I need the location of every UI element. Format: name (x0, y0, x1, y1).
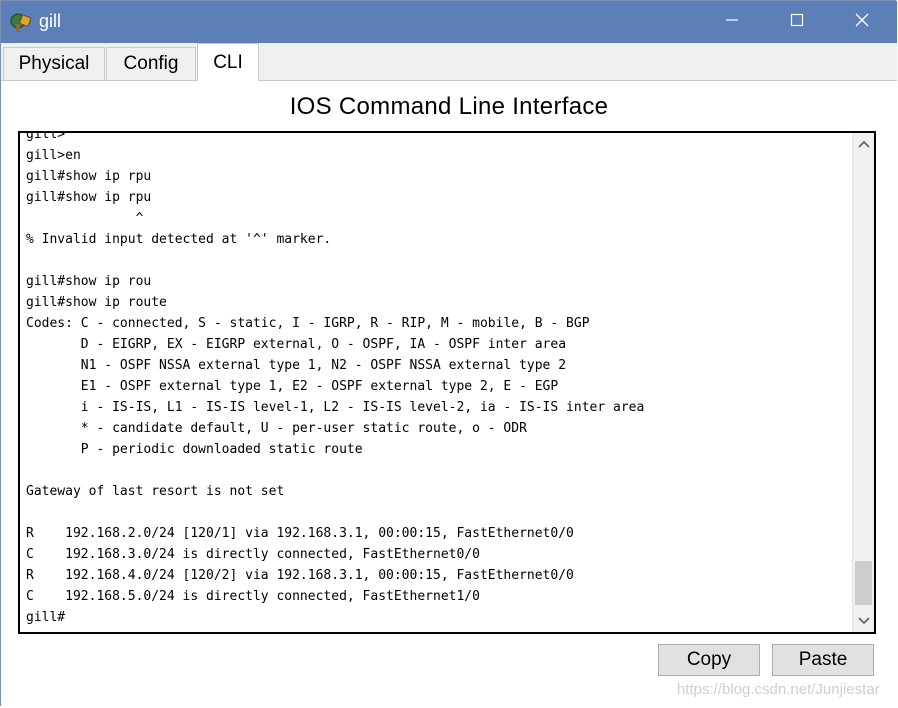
console-line: gill#show ip rpu (26, 169, 152, 184)
tab-bar: Physical Config CLI (1, 43, 897, 81)
console-line: D - EIGRP, EX - EIGRP external, O - OSPF… (26, 337, 567, 352)
maximize-icon (790, 13, 804, 32)
console-line: gill#show ip route (26, 295, 167, 310)
tab-cli[interactable]: CLI (197, 43, 259, 81)
console-line: R 192.168.4.0/24 [120/2] via 192.168.3.1… (26, 568, 574, 583)
tab-config[interactable]: Config (106, 47, 196, 80)
window-title: gill (39, 11, 62, 31)
scroll-up-button[interactable] (853, 133, 874, 155)
console-line: C 192.168.5.0/24 is directly connected, … (26, 589, 480, 604)
console-line: R 192.168.2.0/24 [120/1] via 192.168.3.1… (26, 526, 574, 541)
cli-heading: IOS Command Line Interface (289, 93, 609, 120)
console-line: gill#show ip rou (26, 274, 152, 289)
router-config-icon (9, 10, 33, 34)
console-line: * - candidate default, U - per-user stat… (26, 421, 527, 436)
title-bar[interactable]: gill (1, 1, 897, 43)
console-line: E1 - OSPF external type 1, E2 - OSPF ext… (26, 379, 559, 394)
console-line: gill#show ip rpu (26, 190, 152, 205)
copy-button[interactable]: Copy (658, 644, 760, 676)
close-button[interactable] (830, 1, 894, 43)
console-line: % Invalid input detected at '^' marker. (26, 232, 332, 247)
console-line: i - IS-IS, L1 - IS-IS level-1, L2 - IS-I… (26, 400, 645, 415)
close-icon (854, 12, 870, 33)
maximize-button[interactable] (765, 1, 829, 43)
minimize-button[interactable] (700, 1, 764, 43)
chevron-down-icon (857, 612, 870, 630)
console-line: N1 - OSPF NSSA external type 1, N2 - OSP… (26, 358, 567, 373)
console-line: P - periodic downloaded static route (26, 442, 363, 457)
console-line: gill>en (26, 148, 81, 163)
cli-panel: IOS Command Line Interface gill> gill>en… (1, 81, 897, 707)
paste-button[interactable]: Paste (772, 644, 874, 676)
chevron-up-icon (857, 135, 870, 153)
console-scrollbar[interactable] (852, 133, 874, 632)
cli-window: gill Physical Config CLI IOS Command Lin… (0, 0, 897, 707)
console-output[interactable]: gill> gill>en gill#show ip rpu gill#show… (26, 131, 846, 628)
minimize-icon (725, 13, 739, 32)
console-line: Gateway of last resort is not set (26, 484, 285, 499)
watermark-text: https://blog.csdn.net/Junjiestar (677, 681, 880, 698)
tab-physical[interactable]: Physical (3, 47, 105, 80)
cli-console[interactable]: gill> gill>en gill#show ip rpu gill#show… (18, 131, 876, 634)
console-line: C 192.168.3.0/24 is directly connected, … (26, 547, 480, 562)
console-line: gill# (26, 610, 66, 625)
scroll-thumb[interactable] (855, 561, 872, 605)
scroll-down-button[interactable] (853, 610, 874, 632)
console-line: Codes: C - connected, S - static, I - IG… (26, 316, 590, 331)
console-line: gill> (26, 131, 66, 142)
console-line: ^ (26, 211, 144, 226)
